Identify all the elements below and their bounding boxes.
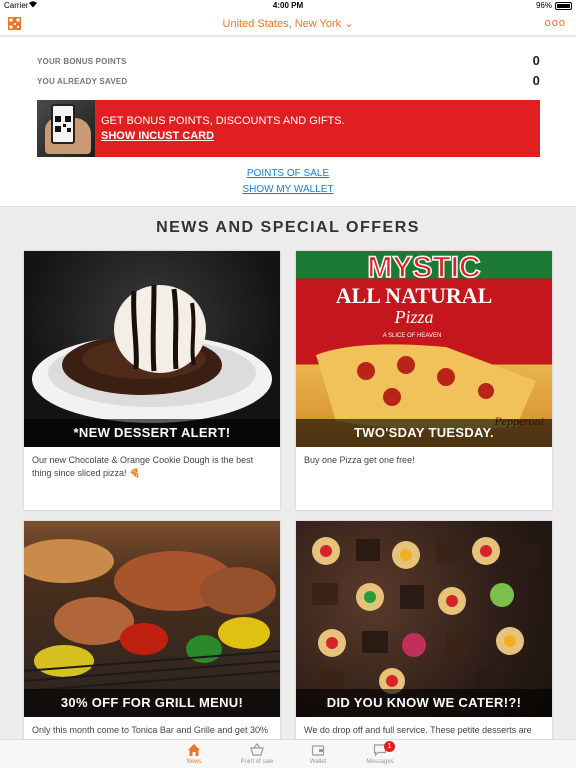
tab-label: Wallet [309, 759, 327, 765]
home-icon [187, 743, 201, 757]
dessert-image: *NEW DESSERT ALERT! [24, 251, 280, 447]
news-card-title: *NEW DESSERT ALERT! [24, 419, 280, 447]
tab-wallet[interactable]: Wallet [288, 740, 348, 768]
bonus-points-label: YOUR BONUS POINTS [37, 57, 127, 66]
news-card-description: Buy one Pizza get one free! [304, 455, 415, 465]
tab-label: News [186, 759, 202, 765]
show-incust-card-link[interactable]: SHOW INCUST CARD [101, 130, 214, 142]
battery-icon [555, 2, 572, 10]
battery-percent: 96% [535, 1, 552, 10]
clock: 4:00 PM [272, 1, 304, 10]
news-card[interactable]: MYSTIC ALL NATURAL Pizza A SLICE OF HEAV… [296, 251, 552, 510]
tab-point-of-sale[interactable]: Point of sale [227, 740, 287, 768]
pizza-tagline-text: A SLICE OF HEAVEN [383, 333, 442, 339]
tab-messages[interactable]: 1 Messages [350, 740, 410, 768]
points-of-sale-link[interactable]: POINTS OF SALE [0, 168, 576, 179]
incust-card-banner[interactable]: GET BONUS POINTS, DISCOUNTS AND GIFTS. S… [37, 100, 540, 157]
bonus-points-row: YOUR BONUS POINTS 0 [37, 53, 540, 68]
pizza-headline-text: ALL NATURAL [336, 283, 493, 308]
bonus-points-value: 0 [532, 53, 540, 68]
basket-icon [250, 743, 264, 757]
account-summary: YOUR BONUS POINTS 0 YOU ALREADY SAVED 0 … [0, 37, 576, 207]
messages-badge: 1 [384, 741, 395, 752]
tab-news[interactable]: News [164, 740, 224, 768]
saved-label: YOU ALREADY SAVED [37, 77, 128, 86]
location-selector[interactable]: United States, New York ⌄ [0, 17, 576, 30]
nav-bar: United States, New York ⌄ ooo [0, 12, 576, 36]
news-card-title: 30% OFF FOR GRILL MENU! [24, 689, 280, 717]
news-card-description: Our new Chocolate & Orange Cookie Dough … [32, 455, 254, 478]
news-card[interactable]: *NEW DESSERT ALERT! Our new Chocolate & … [24, 251, 280, 510]
pizza-script-text: Pizza [393, 307, 433, 327]
saved-value: 0 [532, 73, 540, 88]
news-section-title: NEWS AND SPECIAL OFFERS [156, 219, 420, 236]
pizza-image: MYSTIC ALL NATURAL Pizza A SLICE OF HEAV… [296, 251, 552, 447]
phone-qr-image [37, 100, 95, 157]
news-card[interactable]: DID YOU KNOW WE CATER!?! We do drop off … [296, 521, 552, 741]
wallet-icon [311, 743, 325, 757]
tab-label: Messages [366, 759, 394, 765]
news-card-title: DID YOU KNOW WE CATER!?! [296, 689, 552, 717]
news-card-title: TWO'SDAY TUESDAY. [296, 419, 552, 447]
grill-image: 30% OFF FOR GRILL MENU! [24, 521, 280, 717]
more-options-icon[interactable]: ooo [545, 17, 566, 29]
catering-image: DID YOU KNOW WE CATER!?! [296, 521, 552, 717]
promo-text: GET BONUS POINTS, DISCOUNTS AND GIFTS. [101, 115, 345, 127]
news-card[interactable]: 30% OFF FOR GRILL MENU! Only this month … [24, 521, 280, 741]
show-wallet-link[interactable]: SHOW MY WALLET [0, 184, 576, 195]
pizza-brand-text: MYSTIC [367, 251, 480, 284]
tab-label: Point of sale [240, 759, 274, 765]
tab-bar: News Point of sale Wallet 1 Messages [0, 739, 576, 768]
saved-row: YOU ALREADY SAVED 0 [37, 73, 540, 88]
status-bar: Carrier 4:00 PM 96% [0, 0, 576, 12]
